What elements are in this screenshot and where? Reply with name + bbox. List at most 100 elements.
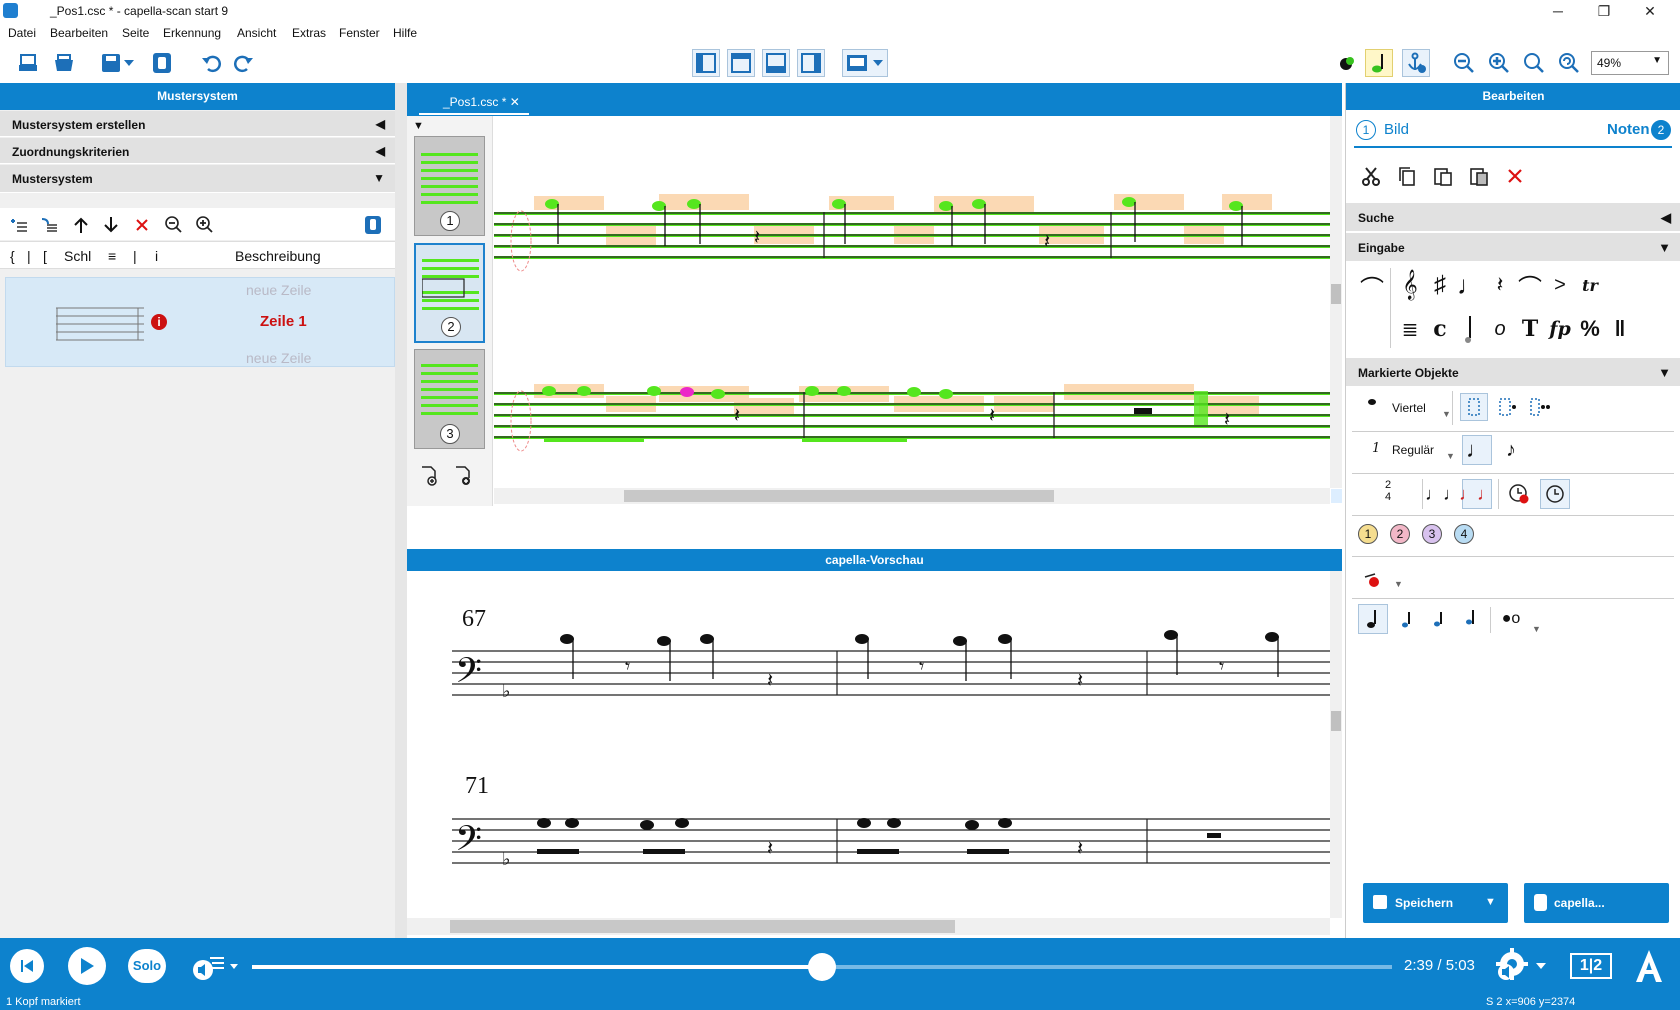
chevron-down-icon[interactable]: ▼	[1394, 579, 1403, 589]
playback-settings-icon[interactable]	[1492, 948, 1552, 984]
treble-clef-icon[interactable]: 𝄞	[1396, 269, 1424, 301]
zoom-reset-icon[interactable]	[1555, 49, 1583, 77]
open-icon[interactable]	[50, 49, 78, 77]
stem-high-icon[interactable]	[1456, 604, 1486, 634]
menu-ansicht[interactable]: Ansicht	[237, 26, 276, 40]
col-pipe[interactable]: |	[133, 248, 137, 264]
accent-icon[interactable]: >	[1546, 269, 1574, 301]
capella-icon[interactable]	[362, 214, 384, 236]
section-suche[interactable]: Suche ◀	[1346, 203, 1680, 231]
arrow-up-icon[interactable]	[70, 214, 92, 236]
slur-icon[interactable]: ⌒	[1358, 271, 1386, 303]
scan-horizontal-scrollbar[interactable]	[494, 488, 1330, 504]
layout-left-icon[interactable]	[692, 49, 720, 77]
time-signature-icon[interactable]: 24	[1382, 479, 1394, 503]
capella-button[interactable]: capella...	[1524, 883, 1669, 923]
col-info[interactable]: i	[155, 248, 158, 264]
redo-icon[interactable]	[230, 49, 258, 77]
col-lines[interactable]: ≡	[108, 248, 116, 264]
clock-icon[interactable]	[1540, 479, 1570, 509]
solo-button[interactable]: Solo	[128, 949, 166, 983]
select-extended-icon[interactable]	[1526, 393, 1554, 421]
whole-note-icon[interactable]: o	[1486, 313, 1514, 345]
undo-icon[interactable]	[197, 49, 225, 77]
sharp-icon[interactable]: ♯	[1426, 269, 1454, 301]
menu-fenster[interactable]: Fenster	[339, 26, 380, 40]
step-bild[interactable]: Bild	[1384, 121, 1409, 138]
stem-up-icon[interactable]	[1358, 604, 1388, 634]
quarter-note-icon[interactable]: ♩	[1456, 269, 1484, 301]
delete-icon[interactable]	[1502, 163, 1528, 189]
scan-image-view[interactable]: 𝄽 𝄽 𝄽 𝄽 𝄽	[494, 116, 1330, 506]
play-button[interactable]	[68, 947, 106, 985]
zoom-out-icon[interactable]	[1450, 49, 1478, 77]
tab-pos1[interactable]: _Pos1.csc * ✕	[419, 91, 529, 115]
voice-3-button[interactable]: 3	[1422, 524, 1442, 544]
error-info-icon[interactable]: i	[151, 314, 167, 330]
rest-icon[interactable]: 𝄽	[1486, 269, 1514, 301]
page-numbers-button[interactable]: 1|2	[1570, 953, 1612, 979]
page-thumbnail-1[interactable]: 1	[414, 136, 485, 236]
paste-icon[interactable]	[1430, 163, 1456, 189]
zoom-in-icon[interactable]	[194, 214, 216, 236]
col-bracket[interactable]: [	[43, 248, 47, 264]
zoom-fit-icon[interactable]	[1520, 49, 1548, 77]
section-mustersystem[interactable]: Mustersystem ▼	[0, 165, 395, 193]
volume-tracks-icon[interactable]	[190, 950, 240, 982]
zoom-out-icon[interactable]	[163, 214, 185, 236]
export-capella-icon[interactable]	[148, 49, 176, 77]
staff-lines-icon[interactable]: ≣	[1396, 313, 1424, 345]
menu-datei[interactable]: Datei	[8, 26, 36, 40]
section-zuordnungskriterien[interactable]: Zuordnungskriterien ◀	[0, 138, 395, 164]
quarter-note-style-icon[interactable]: ♩	[1462, 435, 1492, 465]
chevron-down-icon[interactable]: ▼	[1442, 409, 1451, 419]
save-icon[interactable]	[97, 49, 125, 77]
text-icon[interactable]: T	[1516, 313, 1544, 345]
stem-flag-icon[interactable]	[1424, 604, 1454, 634]
voice-1-button[interactable]: 1	[1358, 524, 1378, 544]
clock-remove-icon[interactable]	[1504, 479, 1534, 509]
common-time-icon[interactable]: c	[1426, 313, 1454, 345]
menu-bearbeiten[interactable]: Bearbeiten	[50, 26, 108, 40]
menu-erkennung[interactable]: Erkennung	[163, 26, 221, 40]
save-dropdown-icon[interactable]	[122, 49, 136, 77]
select-right-icon[interactable]	[1494, 393, 1522, 421]
menu-hilfe[interactable]: Hilfe	[393, 26, 417, 40]
col-clef[interactable]: Schl	[64, 248, 91, 264]
note-mode-icon[interactable]	[1365, 49, 1393, 77]
trill-icon[interactable]: tr	[1576, 269, 1604, 301]
layout-top-icon[interactable]	[727, 49, 755, 77]
chevron-down-icon[interactable]: ▼	[1485, 896, 1496, 908]
cluster-icon[interactable]: ●o	[1496, 604, 1526, 634]
anchor-icon[interactable]	[1402, 49, 1430, 77]
voice-2-button[interactable]: 2	[1390, 524, 1410, 544]
restore-button[interactable]: ❐	[1581, 1, 1627, 21]
tie-icon[interactable]: ⌒	[1516, 269, 1544, 302]
preview-horizontal-scrollbar[interactable]	[407, 918, 1330, 935]
arrow-down-icon[interactable]	[100, 214, 122, 236]
triangle-down-icon[interactable]: ▼	[413, 120, 424, 132]
page-thumbnail-2[interactable]: 2	[414, 243, 485, 343]
stem-icon[interactable]	[1456, 313, 1484, 345]
view-options-icon[interactable]	[842, 49, 888, 77]
layout-bottom-icon[interactable]	[762, 49, 790, 77]
new-row-placeholder[interactable]: neue Zeile	[246, 350, 311, 366]
close-window-button[interactable]: ✕	[1627, 1, 1673, 21]
remove-object-icon[interactable]	[1360, 567, 1386, 593]
add-page-icon[interactable]	[417, 464, 441, 488]
duration-value[interactable]: Viertel	[1392, 401, 1426, 415]
eighth-note-style-icon[interactable]: ♪	[1496, 435, 1526, 465]
scan-vertical-scrollbar[interactable]	[1330, 116, 1342, 488]
capella-logo-icon[interactable]	[1632, 948, 1666, 984]
progress-thumb[interactable]	[808, 953, 836, 981]
add-row-icon[interactable]	[8, 214, 30, 236]
copy-icon[interactable]	[1394, 163, 1420, 189]
voice-4-button[interactable]: 4	[1454, 524, 1474, 544]
chevron-down-icon[interactable]: ▼	[1446, 451, 1455, 461]
scan-icon[interactable]	[14, 49, 42, 77]
step-noten[interactable]: Noten	[1607, 121, 1650, 138]
tuplet-icon[interactable]: ♩♩	[1425, 479, 1461, 509]
capella-preview[interactable]: 67 71 𝄢 𝄢 ♭ ♭ 𝄽 𝄽 𝄽 𝄽 𝄾 𝄾 𝄾	[407, 571, 1330, 918]
import-page-icon[interactable]	[451, 464, 475, 488]
left-panel-splitter[interactable]	[395, 83, 407, 938]
